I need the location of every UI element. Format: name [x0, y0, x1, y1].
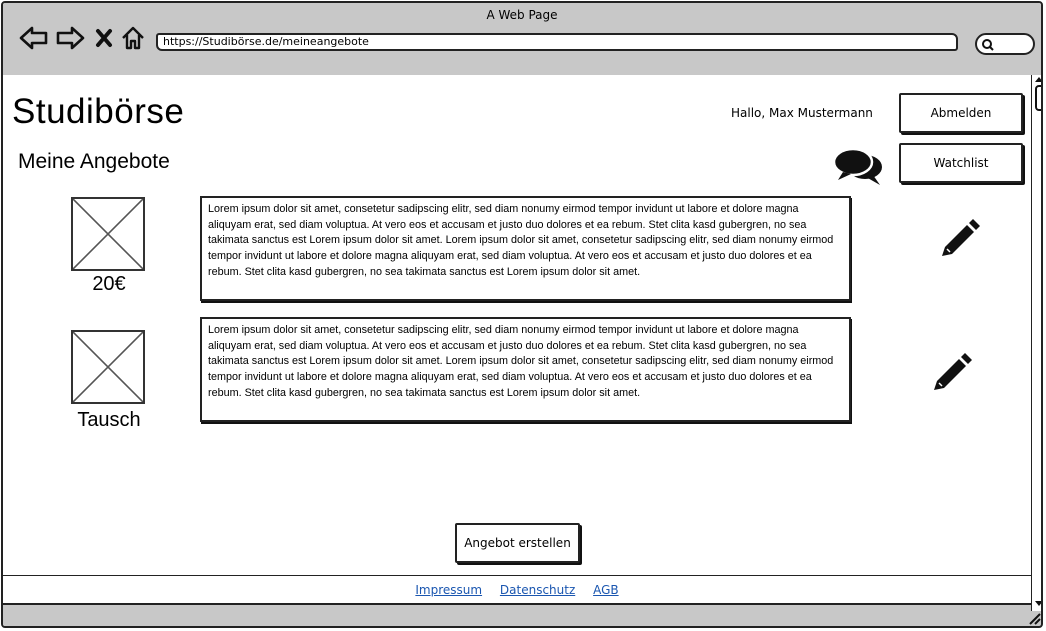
create-offer-button[interactable]: Angebot erstellen	[455, 523, 580, 563]
home-icon[interactable]	[120, 25, 146, 51]
page-title: Meine Angebote	[18, 150, 170, 173]
browser-window: A Web Page https://Studibörse.de/meinean…	[1, 1, 1043, 628]
footer: Impressum Datenschutz AGB	[3, 583, 1031, 597]
offer-description: Lorem ipsum dolor sit amet, consetetur s…	[200, 317, 851, 422]
chat-icon[interactable]	[833, 147, 885, 189]
back-icon[interactable]	[19, 25, 49, 51]
window-title: A Web Page	[486, 8, 558, 22]
forward-icon[interactable]	[55, 25, 85, 51]
pencil-icon[interactable]	[931, 349, 975, 393]
browser-toolbar: A Web Page https://Studibörse.de/meinean…	[3, 3, 1041, 77]
pencil-icon[interactable]	[939, 215, 983, 259]
offer-price: Tausch	[77, 409, 141, 431]
resize-grip-icon[interactable]	[1027, 611, 1041, 625]
search-icon	[982, 39, 994, 51]
site-logo[interactable]: Studibörse	[12, 92, 184, 132]
footer-divider	[3, 575, 1031, 576]
search-box[interactable]	[975, 33, 1035, 55]
footer-link-datenschutz[interactable]: Datenschutz	[500, 583, 575, 597]
status-bar	[3, 603, 1031, 626]
logout-button[interactable]: Abmelden	[899, 93, 1023, 133]
footer-link-agb[interactable]: AGB	[593, 583, 619, 597]
image-placeholder-icon	[71, 330, 145, 404]
address-bar[interactable]: https://Studibörse.de/meineangebote	[156, 33, 958, 51]
scrollbar-thumb[interactable]	[1035, 85, 1041, 111]
offer-price: 20€	[92, 273, 126, 295]
close-icon[interactable]	[94, 27, 114, 49]
footer-link-impressum[interactable]: Impressum	[415, 583, 482, 597]
scroll-down-icon[interactable]	[1034, 600, 1043, 608]
image-placeholder-icon	[71, 197, 145, 271]
page-content: Studibörse Meine Angebote Hallo, Max Mus…	[3, 75, 1031, 603]
offer-description: Lorem ipsum dolor sit amet, consetetur s…	[200, 196, 851, 301]
scroll-up-icon[interactable]	[1034, 75, 1043, 83]
user-greeting: Hallo, Max Mustermann	[731, 106, 873, 120]
watchlist-button[interactable]: Watchlist	[899, 143, 1023, 183]
vertical-scrollbar[interactable]	[1031, 75, 1043, 611]
